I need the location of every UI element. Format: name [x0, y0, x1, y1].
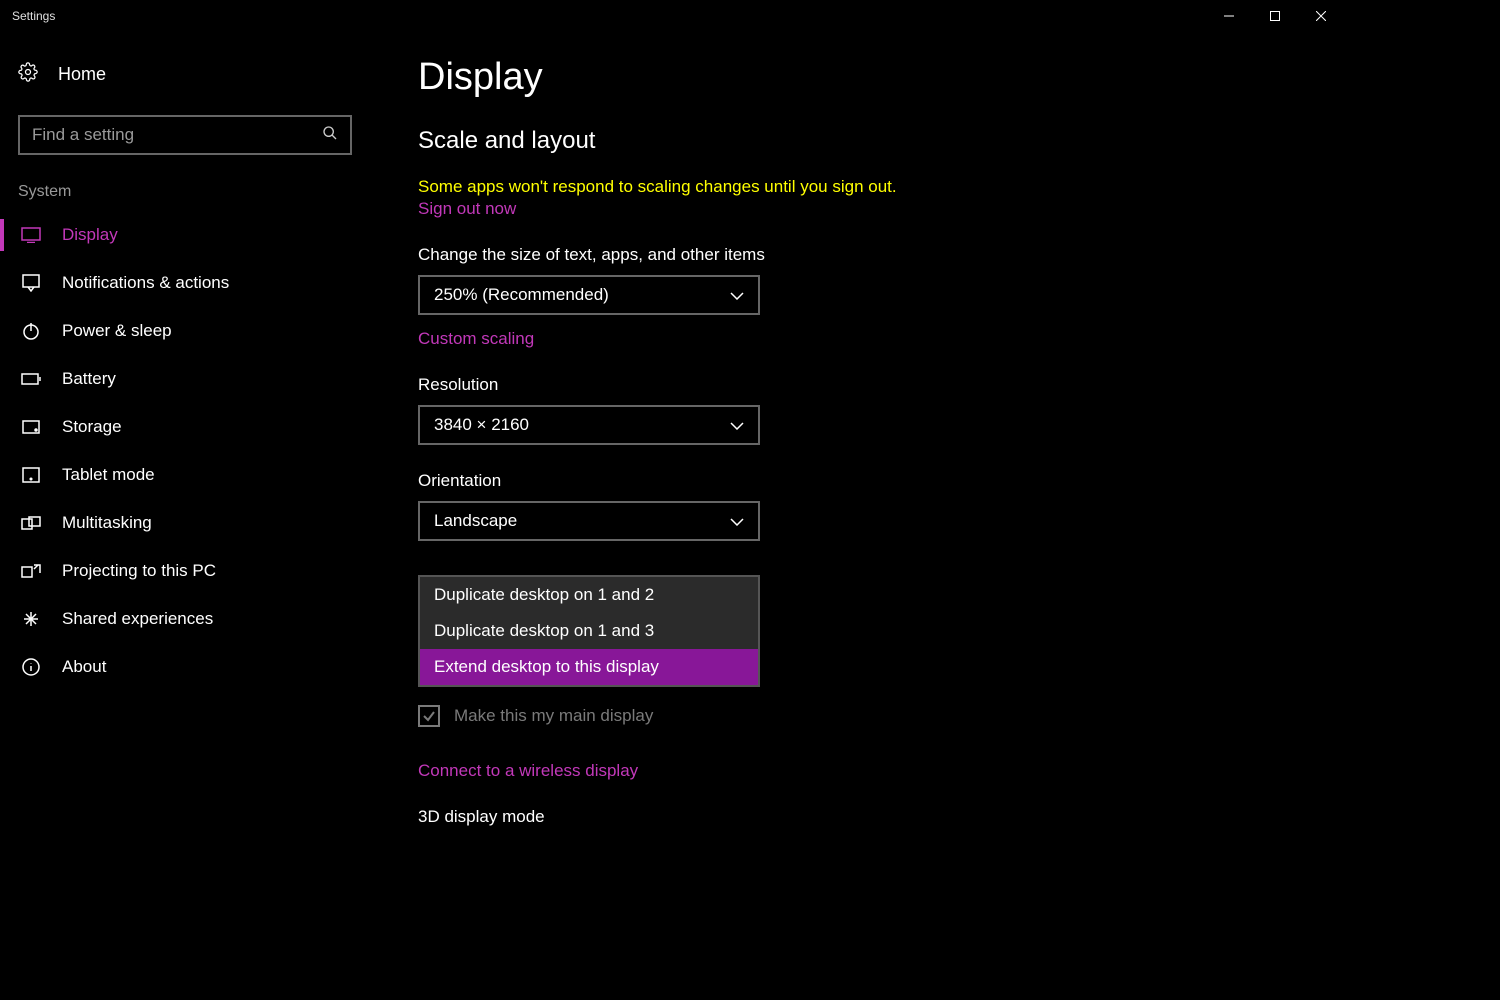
sidebar-item-label: Battery — [62, 369, 116, 389]
resolution-value: 3840 × 2160 — [434, 415, 529, 435]
scaling-warning: Some apps won't respond to scaling chang… — [418, 177, 1304, 197]
maximize-button[interactable] — [1252, 0, 1298, 32]
notifications-icon — [20, 274, 42, 292]
shared-icon — [20, 610, 42, 628]
minimize-button[interactable] — [1206, 0, 1252, 32]
sidebar-item-battery[interactable]: Battery — [0, 355, 370, 403]
sidebar-item-label: Tablet mode — [62, 465, 155, 485]
power-icon — [20, 322, 42, 340]
sidebar-item-label: Power & sleep — [62, 321, 172, 341]
titlebar: Settings — [0, 0, 1344, 32]
chevron-down-icon — [730, 511, 744, 531]
window-title: Settings — [12, 9, 55, 23]
main-display-label: Make this my main display — [454, 706, 653, 726]
sidebar-item-notifications[interactable]: Notifications & actions — [0, 259, 370, 307]
sidebar-item-power[interactable]: Power & sleep — [0, 307, 370, 355]
dropdown-option-selected[interactable]: Extend desktop to this display — [420, 649, 758, 685]
gear-icon — [18, 62, 38, 87]
resolution-dropdown[interactable]: 3840 × 2160 — [418, 405, 760, 445]
sidebar-item-label: Multitasking — [62, 513, 152, 533]
home-button[interactable]: Home — [0, 56, 370, 105]
sidebar-item-label: Shared experiences — [62, 609, 213, 629]
projecting-icon — [20, 563, 42, 579]
scale-value: 250% (Recommended) — [434, 285, 609, 305]
main-display-checkbox-row: Make this my main display — [418, 705, 1304, 727]
storage-icon — [20, 420, 42, 434]
wireless-display-link[interactable]: Connect to a wireless display — [418, 761, 638, 781]
sidebar-item-multitasking[interactable]: Multitasking — [0, 499, 370, 547]
chevron-down-icon — [730, 415, 744, 435]
orientation-dropdown[interactable]: Landscape — [418, 501, 760, 541]
home-label: Home — [58, 64, 106, 85]
sidebar-item-tablet[interactable]: Tablet mode — [0, 451, 370, 499]
sign-out-link[interactable]: Sign out now — [418, 199, 516, 219]
content-pane: Display Scale and layout Some apps won't… — [370, 32, 1344, 896]
dropdown-option[interactable]: Duplicate desktop on 1 and 3 — [420, 613, 758, 649]
scale-label: Change the size of text, apps, and other… — [418, 245, 1304, 265]
sidebar-item-label: Projecting to this PC — [62, 561, 216, 581]
display-icon — [20, 227, 42, 243]
sidebar-item-shared[interactable]: Shared experiences — [0, 595, 370, 643]
multitasking-icon — [20, 516, 42, 530]
resolution-label: Resolution — [418, 375, 1304, 395]
window-controls — [1206, 0, 1344, 32]
search-input[interactable]: Find a setting — [18, 115, 352, 155]
dropdown-option[interactable]: Duplicate desktop on 1 and 2 — [420, 577, 758, 613]
sidebar-item-label: Notifications & actions — [62, 273, 229, 293]
scale-dropdown[interactable]: 250% (Recommended) — [418, 275, 760, 315]
custom-scaling-link[interactable]: Custom scaling — [418, 329, 534, 349]
battery-icon — [20, 373, 42, 385]
orientation-value: Landscape — [434, 511, 517, 531]
sidebar: Home Find a setting System Display Notif… — [0, 32, 370, 896]
sidebar-item-label: Storage — [62, 417, 122, 437]
sidebar-item-about[interactable]: About — [0, 643, 370, 691]
close-button[interactable] — [1298, 0, 1344, 32]
sidebar-item-storage[interactable]: Storage — [0, 403, 370, 451]
multiple-displays-dropdown-open[interactable]: Duplicate desktop on 1 and 2 Duplicate d… — [418, 575, 760, 687]
page-title: Display — [418, 56, 1304, 99]
about-icon — [20, 658, 42, 676]
orientation-label: Orientation — [418, 471, 1304, 491]
sidebar-item-display[interactable]: Display — [0, 211, 370, 259]
sidebar-item-projecting[interactable]: Projecting to this PC — [0, 547, 370, 595]
sidebar-item-label: About — [62, 657, 106, 677]
main-display-checkbox — [418, 705, 440, 727]
chevron-down-icon — [730, 285, 744, 305]
tablet-icon — [20, 467, 42, 483]
search-icon — [322, 125, 338, 146]
sidebar-item-label: Display — [62, 225, 118, 245]
three-d-mode-label: 3D display mode — [418, 807, 1304, 827]
search-placeholder: Find a setting — [32, 125, 134, 145]
category-label: System — [0, 183, 370, 211]
section-scale-layout: Scale and layout — [418, 127, 1304, 155]
